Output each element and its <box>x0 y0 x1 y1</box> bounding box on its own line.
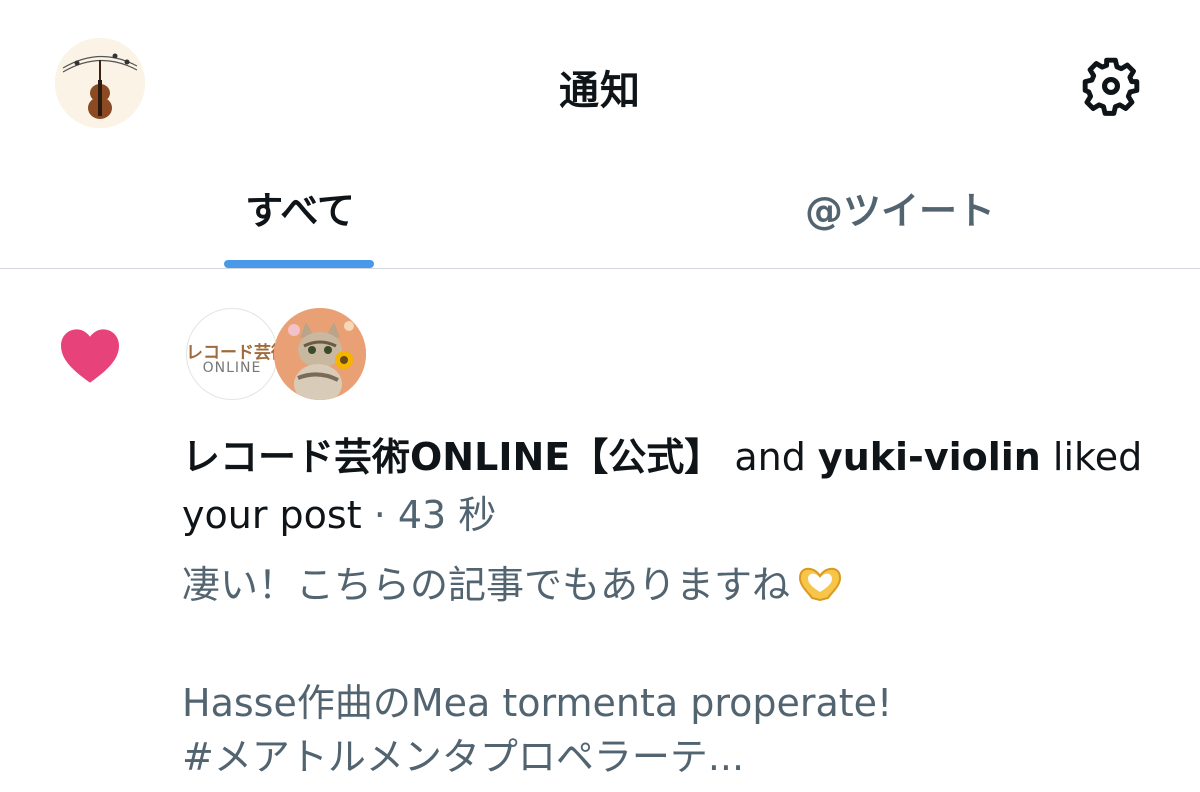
active-tab-indicator <box>224 260 374 268</box>
page-title: 通知 <box>559 68 641 114</box>
settings-button[interactable] <box>1080 55 1142 117</box>
liker-avatar-record-geijutsu[interactable]: レコード芸術 ONLINE <box>186 308 278 400</box>
preview-text-1: 凄い！こちらの記事でもありますね <box>182 563 791 607</box>
tab-mentions[interactable]: @ツイート <box>600 180 1200 235</box>
heart-icon <box>61 329 119 383</box>
post-preview-line-2: Hasse作曲のMea tormenta properate! <box>182 681 893 725</box>
notification-text: レコード芸術ONLINE【公式】 and yuki-violin liked <box>182 432 1142 482</box>
liker-name-2[interactable]: yuki-violin <box>818 435 1041 479</box>
action-text-cont: your post <box>182 493 362 537</box>
cat-icon <box>274 308 366 400</box>
separator-dot: · <box>373 493 386 537</box>
tab-mentions-label: @ツイート <box>804 189 995 233</box>
timestamp: 43 秒 <box>397 493 497 537</box>
post-preview-line-3: #メアトルメンタプロペラーテ... <box>182 735 745 779</box>
tab-all-label: すべて <box>245 189 355 233</box>
top-bar: 通知 <box>0 0 1200 160</box>
tab-divider <box>0 268 1200 269</box>
post-preview-line-1: 凄い！こちらの記事でもありますね <box>182 560 846 610</box>
tab-all[interactable]: すべて <box>0 180 600 235</box>
logo-subtext: ONLINE <box>202 360 262 376</box>
notification-tabs: すべて @ツイート <box>0 160 1200 268</box>
heart-hands-emoji-icon <box>799 567 842 602</box>
joiner-text: and <box>734 435 806 479</box>
gear-icon <box>1082 57 1140 116</box>
notification-text-cont: your post · 43 秒 <box>182 490 496 540</box>
liker-avatar-yuki-violin[interactable] <box>274 308 366 400</box>
liker-name-1[interactable]: レコード芸術ONLINE【公式】 <box>182 435 722 479</box>
action-text: liked <box>1052 435 1143 479</box>
